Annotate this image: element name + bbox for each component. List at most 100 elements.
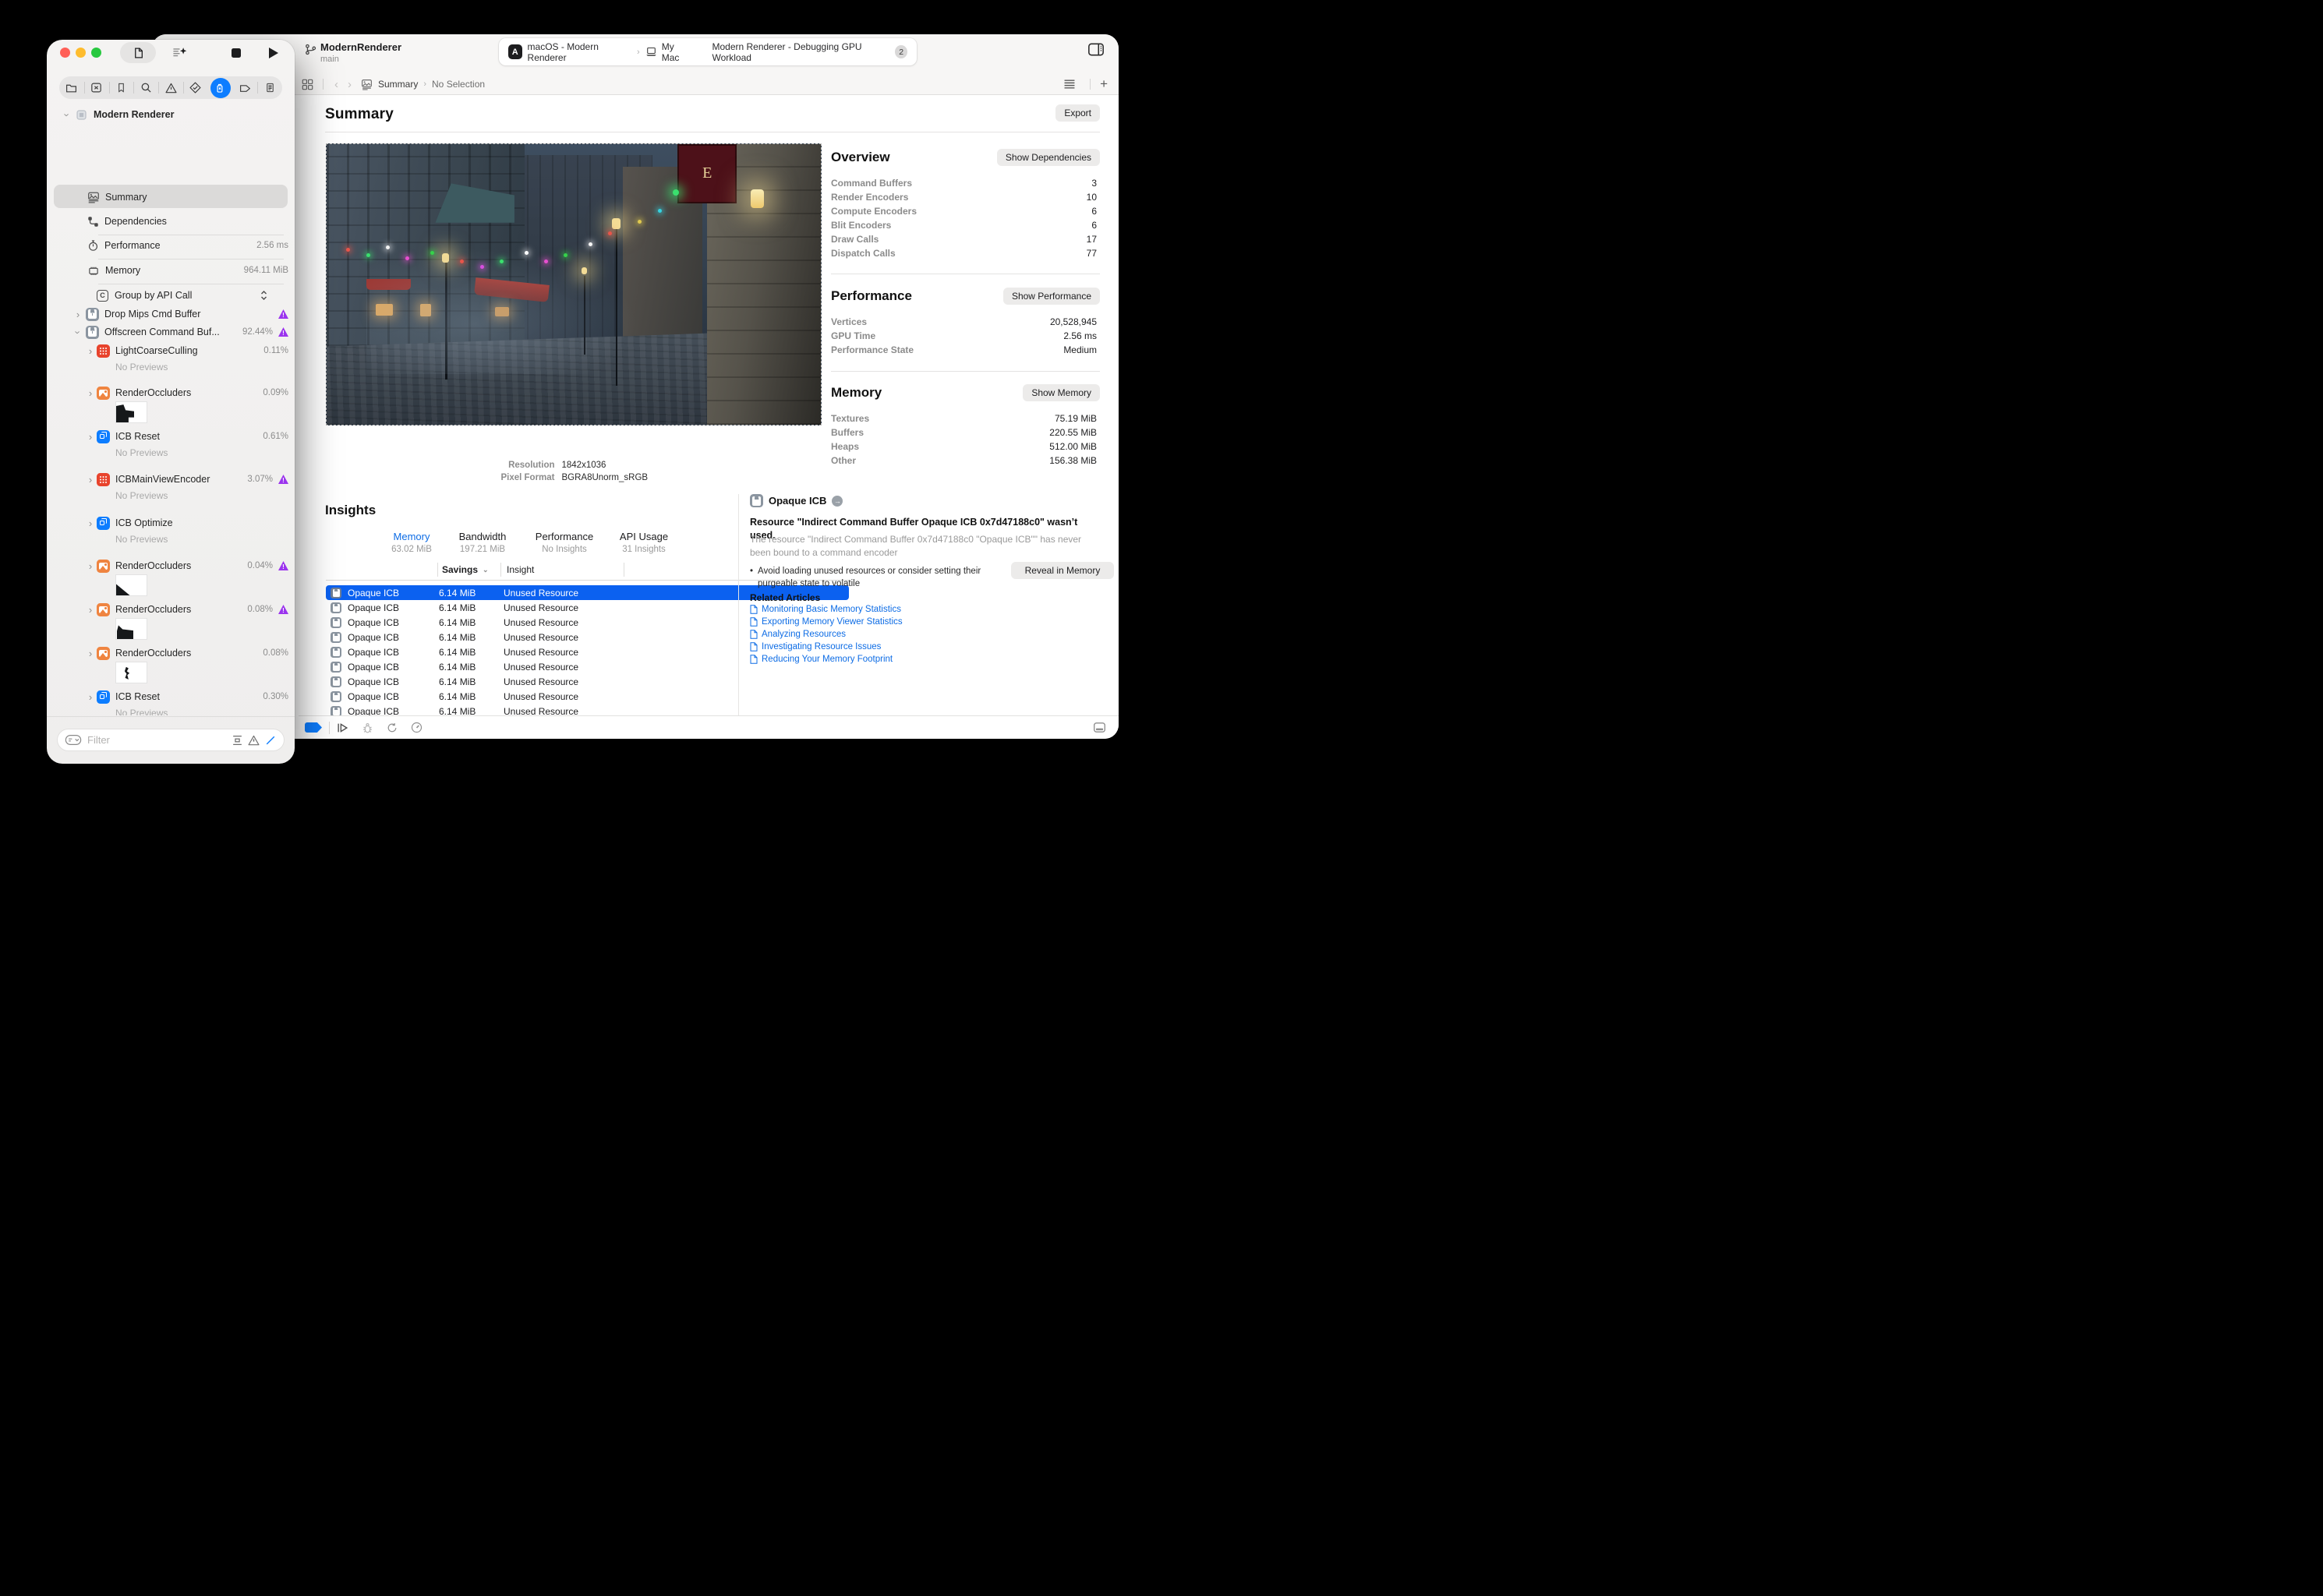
show-dependencies-button[interactable]: Show Dependencies — [997, 149, 1100, 166]
sidebar-item-dependencies[interactable]: Dependencies — [47, 210, 288, 232]
encoder-row[interactable]: › RenderOccluders 0.08% ! — [47, 598, 288, 620]
encoder-row[interactable]: › LightCoarseCulling 0.11% — [47, 340, 288, 362]
tab-crash-navigator[interactable] — [84, 76, 109, 99]
disclosure-chevron-icon[interactable]: › — [86, 648, 95, 659]
forward-icon[interactable]: › — [343, 78, 356, 91]
insight-row[interactable]: Opaque ICB6.14 MiBUnused Resource — [326, 674, 849, 689]
column-header-insight[interactable]: Insight — [507, 561, 534, 578]
disclosure-chevron-icon[interactable]: › — [86, 560, 95, 572]
tab-tag-navigator[interactable] — [232, 76, 257, 99]
jumpbar-selection[interactable]: No Selection — [432, 79, 485, 90]
disclosure-chevron-icon[interactable]: › — [86, 474, 95, 486]
article-link[interactable]: Reducing Your Memory Footprint — [750, 655, 893, 664]
console-toggle-icon[interactable] — [1093, 722, 1106, 733]
frame-attachment-preview[interactable]: E — [326, 143, 822, 425]
filter-icon[interactable] — [65, 734, 82, 746]
tab-issue-navigator[interactable] — [158, 76, 183, 99]
show-memory-button[interactable]: Show Memory — [1023, 384, 1100, 401]
performance-gauge-icon[interactable] — [411, 722, 423, 733]
group-by-icon: C — [97, 290, 108, 302]
article-label: Monitoring Basic Memory Statistics — [762, 605, 901, 614]
tab-report-navigator[interactable] — [257, 76, 282, 99]
disclosure-chevron-icon[interactable]: › — [86, 387, 95, 399]
document-tab[interactable] — [120, 42, 156, 63]
encoder-preview-thumbnail[interactable] — [115, 618, 147, 640]
no-previews-label: No Previews — [115, 489, 168, 502]
issue-count-badge[interactable]: 2 — [895, 45, 907, 58]
article-link[interactable]: Analyzing Resources — [750, 630, 846, 639]
tab-label: Performance — [522, 531, 607, 542]
scheme-name[interactable]: macOS - Modern Renderer — [528, 41, 632, 63]
disclosure-chevron-icon[interactable]: › — [72, 327, 84, 337]
tab-api-usage[interactable]: API Usage 31 Insights — [601, 531, 687, 554]
encoder-row[interactable]: › RenderOccluders 0.04% ! — [47, 555, 288, 577]
disclosure-chevron-icon[interactable]: › — [86, 345, 95, 357]
tab-bookmark-navigator[interactable] — [109, 76, 134, 99]
article-link[interactable]: Investigating Resource Issues — [750, 642, 881, 651]
tab-bandwidth[interactable]: Bandwidth 197.21 MiB — [440, 531, 525, 554]
disclosure-chevron-icon[interactable]: › — [86, 517, 95, 529]
icb-resource-icon — [331, 602, 341, 613]
debug-navigator-tree: › Modern Renderer Summary Dependencies P… — [47, 104, 295, 715]
filter-insights-wand-icon[interactable] — [264, 734, 277, 746]
play-button[interactable] — [262, 42, 285, 63]
close-window-button[interactable] — [60, 48, 70, 58]
column-header-savings[interactable]: Savings ⌄ — [442, 561, 489, 578]
encoder-row[interactable]: › RenderOccluders 0.08% — [47, 642, 288, 664]
encoder-row[interactable]: › RenderOccluders 0.09% — [47, 382, 288, 404]
export-button[interactable]: Export — [1055, 104, 1100, 122]
encoder-row[interactable]: › ICB Optimize — [47, 512, 288, 534]
item-value: 0.09% — [263, 388, 288, 397]
item-label: ICB Reset — [115, 691, 160, 702]
article-link[interactable]: Exporting Memory Viewer Statistics — [750, 617, 903, 627]
disclosure-chevron-icon[interactable]: › — [86, 431, 95, 443]
goto-arrow-icon[interactable]: → — [832, 496, 843, 507]
sidebar-item-performance[interactable]: Performance 2.56 ms — [47, 235, 288, 256]
encoder-row[interactable]: › ICBMainViewEncoder 3.07% ! — [47, 468, 288, 490]
back-icon[interactable]: ‹ — [330, 78, 343, 91]
stop-button[interactable] — [225, 42, 248, 63]
inspector-toggle-icon[interactable] — [1087, 43, 1105, 56]
show-performance-button[interactable]: Show Performance — [1003, 288, 1100, 305]
minimize-window-button[interactable] — [76, 48, 86, 58]
run-destination[interactable]: My Mac — [662, 41, 692, 63]
stepper-icon[interactable] — [260, 290, 268, 301]
add-tab-icon[interactable]: + — [1100, 76, 1108, 92]
continue-icon[interactable] — [337, 722, 348, 733]
flatten-hierarchy-icon[interactable] — [232, 735, 243, 746]
encoder-row[interactable]: › ICB Reset 0.61% — [47, 425, 288, 447]
scene-string-light — [430, 251, 434, 255]
encoder-preview-thumbnail[interactable] — [115, 662, 147, 683]
disclosure-chevron-icon[interactable]: › — [62, 110, 73, 119]
encoder-preview-thumbnail[interactable] — [115, 574, 147, 596]
tab-find-navigator[interactable] — [133, 76, 158, 99]
sidebar-item-memory[interactable]: Memory 964.11 MiB — [47, 260, 288, 281]
tab-gpu-debug-navigator[interactable] — [208, 76, 233, 99]
filter-input[interactable] — [87, 734, 227, 746]
disclosure-chevron-icon[interactable]: › — [73, 309, 83, 320]
tab-performance[interactable]: Performance No Insights — [522, 531, 607, 554]
alignment-icon[interactable] — [1063, 79, 1076, 90]
minimap-sparkle-icon[interactable] — [168, 42, 191, 63]
filter-warnings-icon[interactable] — [248, 735, 260, 746]
article-link[interactable]: Monitoring Basic Memory Statistics — [750, 605, 901, 614]
debug-icon[interactable] — [362, 722, 373, 733]
breakpoints-toggle[interactable] — [305, 722, 322, 733]
disclosure-chevron-icon[interactable]: › — [86, 691, 95, 703]
related-items-icon[interactable] — [299, 79, 316, 90]
sidebar-item-summary[interactable]: Summary — [47, 186, 288, 208]
scheme-selector[interactable]: A macOS - Modern Renderer › My Mac Moder… — [499, 38, 917, 65]
scene-lamp — [612, 218, 621, 229]
disclosure-chevron-icon[interactable]: › — [86, 604, 95, 616]
reveal-in-memory-button[interactable]: Reveal in Memory — [1011, 562, 1114, 579]
tab-test-navigator[interactable] — [183, 76, 208, 99]
divider — [437, 563, 438, 577]
encoder-preview-thumbnail[interactable] — [115, 401, 147, 423]
zoom-window-button[interactable] — [91, 48, 101, 58]
jumpbar-item[interactable]: Summary — [378, 79, 418, 90]
refresh-icon[interactable] — [387, 722, 398, 733]
insight-row[interactable]: Opaque ICB6.14 MiBUnused Resource — [326, 689, 849, 704]
tree-root[interactable]: › Modern Renderer — [47, 104, 288, 125]
tab-project-navigator[interactable] — [59, 76, 84, 99]
encoder-row[interactable]: › ICB Reset 0.30% — [47, 686, 288, 708]
